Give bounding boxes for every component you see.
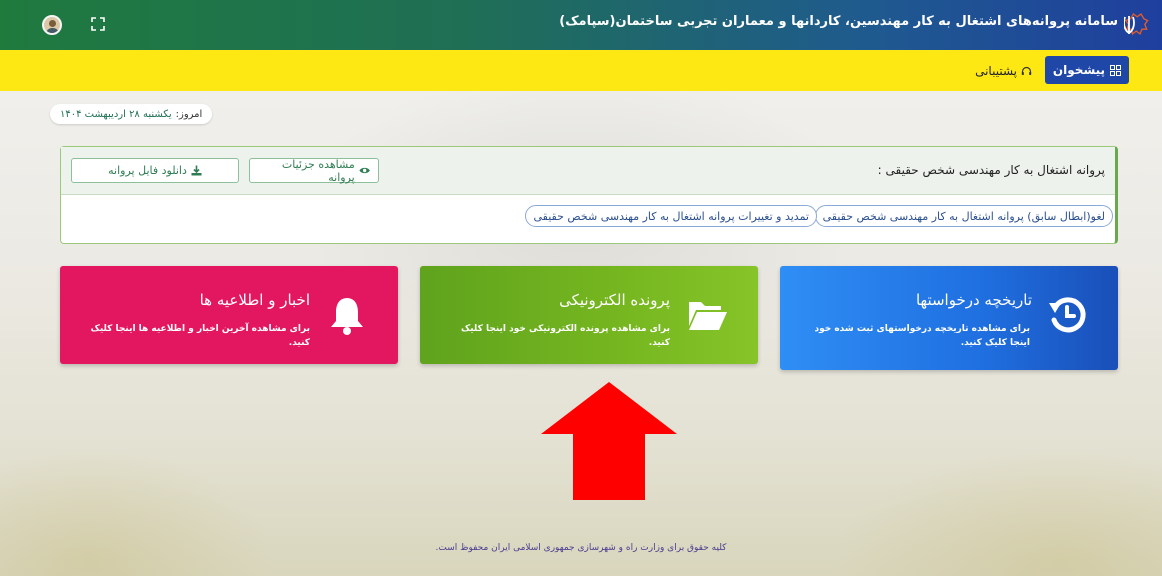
today-value: یکشنبه ۲۸ اردیبهشت ۱۴۰۴	[60, 108, 172, 120]
history-title: تاریخچه درخواستها	[915, 291, 1032, 309]
efile-title: پرونده الکترونیکی	[559, 291, 670, 309]
news-desc: برای مشاهده آخرین اخبار و اطلاعیه ها این…	[90, 324, 310, 348]
footer-copyright: کلیه حقوق برای وزارت راه و شهرسازی جمهور…	[435, 543, 727, 553]
license-title: پروانه اشتغال به کار مهندسی شخص حقیقی :	[877, 163, 1105, 177]
history-desc: برای مشاهده تاریخچه درخواستهای ثبت شده خ…	[814, 324, 1030, 348]
top-navbar: سامانه پروانه‌های اشتغال به کار مهندسین،…	[0, 0, 1162, 50]
history-icon	[1049, 297, 1086, 333]
renew-license-link[interactable]: تمدید و تغییرات پروانه اشتغال به کار مهن…	[525, 205, 817, 227]
bell-icon	[331, 298, 363, 335]
dashboard-label: پیشخوان	[1052, 63, 1106, 77]
news-tile[interactable]: اخبار و اطلاعیه ها برای مشاهده آخرین اخب…	[60, 266, 398, 364]
news-title: اخبار و اطلاعیه ها	[199, 291, 310, 309]
download-label: دانلود فایل پروانه	[108, 164, 187, 177]
red-up-arrow-annotation	[541, 382, 677, 500]
view-details-label: مشاهده جزئیات پروانه	[281, 157, 355, 184]
grid-icon	[1110, 64, 1122, 76]
download-license-button[interactable]: دانلود فایل پروانه	[71, 158, 239, 183]
license-card: پروانه اشتغال به کار مهندسی شخص حقیقی : …	[60, 146, 1118, 244]
support-link[interactable]: پشتیبانی	[975, 64, 1032, 78]
folder-open-icon	[689, 302, 727, 330]
efile-tile[interactable]: پرونده الکترونیکی برای مشاهده پرونده الک…	[420, 266, 758, 364]
today-label: امروز:	[175, 108, 203, 120]
license-card-header: پروانه اشتغال به کار مهندسی شخص حقیقی : …	[61, 147, 1115, 195]
fullscreen-icon[interactable]	[90, 16, 106, 32]
app-title: سامانه پروانه‌های اشتغال به کار مهندسین،…	[559, 14, 1118, 29]
cancel-license-link[interactable]: لغو(ابطال سابق) پروانه اشتغال به کار مهن…	[814, 205, 1113, 227]
eye-icon	[359, 167, 370, 174]
history-tile[interactable]: تاریخچه درخواستها برای مشاهده تاریخچه در…	[780, 266, 1118, 370]
support-label: پشتیبانی	[975, 64, 1017, 78]
headset-icon	[1021, 66, 1032, 75]
user-avatar-icon[interactable]	[42, 15, 62, 35]
efile-desc: برای مشاهده پرونده الکترونیکی خود اینجا …	[461, 324, 670, 348]
today-date: امروز: یکشنبه ۲۸ اردیبهشت ۱۴۰۴	[50, 104, 213, 124]
iran-emblem-icon	[1124, 12, 1149, 36]
download-icon	[191, 165, 202, 176]
dashboard-button[interactable]: پیشخوان	[1045, 56, 1129, 84]
view-license-details-button[interactable]: مشاهده جزئیات پروانه	[249, 157, 379, 184]
